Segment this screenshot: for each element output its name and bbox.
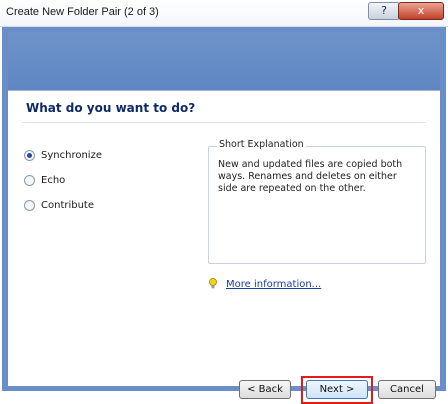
- next-button-highlight: [301, 376, 373, 404]
- radio-unselected-icon[interactable]: [24, 175, 35, 186]
- cancel-button[interactable]: Cancel: [378, 380, 436, 399]
- option-contribute[interactable]: Contribute: [24, 200, 94, 211]
- wizard-frame: What do you want to do? Synchronize Echo…: [2, 27, 446, 404]
- page-question: What do you want to do?: [26, 101, 196, 115]
- title-bar: Create New Folder Pair (2 of 3) ? x: [0, 0, 448, 27]
- wizard-content: What do you want to do? Synchronize Echo…: [8, 90, 440, 404]
- explanation-text: New and updated files are copied both wa…: [218, 159, 403, 194]
- close-icon: x: [417, 4, 425, 17]
- radio-selected-icon[interactable]: [24, 150, 35, 161]
- explanation-title: Short Explanation: [217, 139, 306, 150]
- lightbulb-icon: [208, 278, 218, 290]
- option-label: Contribute: [41, 200, 95, 211]
- more-information-link[interactable]: More information...: [226, 279, 321, 290]
- radio-unselected-icon[interactable]: [24, 200, 35, 211]
- back-button[interactable]: < Back: [239, 380, 291, 399]
- explanation-box: Short Explanation New and updated files …: [208, 139, 426, 264]
- help-button[interactable]: ?: [368, 2, 400, 20]
- option-echo[interactable]: Echo: [24, 175, 65, 186]
- option-synchronize[interactable]: Synchronize: [24, 150, 102, 161]
- header-band: [8, 32, 440, 90]
- option-label: Echo: [41, 175, 66, 186]
- option-label: Synchronize: [41, 150, 102, 161]
- more-info-row[interactable]: More information...: [208, 278, 321, 290]
- help-icon: ?: [381, 4, 387, 17]
- close-button[interactable]: x: [398, 2, 444, 20]
- divider: [22, 122, 426, 123]
- window-title: Create New Folder Pair (2 of 3): [6, 6, 159, 18]
